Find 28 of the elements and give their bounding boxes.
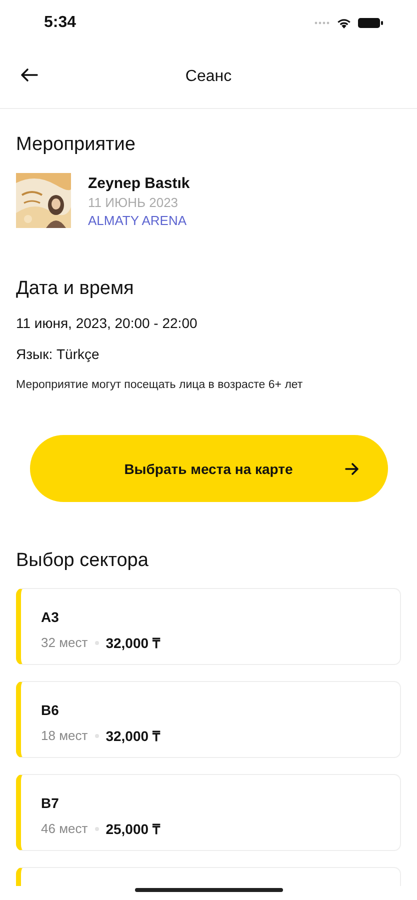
sector-card[interactable]: A3 32 мест 32,000 ₸ (16, 588, 401, 665)
seat-count: 18 мест (41, 728, 88, 743)
sector-name: A3 (41, 609, 60, 625)
choose-seats-button[interactable]: Выбрать места на карте (30, 435, 388, 502)
signal-icon (314, 21, 330, 25)
date-time-text: 11 июня, 2023, 20:00 - 22:00 (16, 315, 198, 331)
seat-count: 32 мест (41, 635, 88, 650)
section-heading: Выбор сектора (16, 550, 150, 572)
status-time: 5:34 (44, 14, 76, 32)
seat-count: 46 мест (41, 821, 88, 836)
battery-icon (358, 17, 383, 29)
arrow-right-icon[interactable] (344, 463, 358, 475)
screen-title: Сеанс (185, 68, 232, 86)
sector-price: 32,000 ₸ (106, 727, 160, 745)
sector-price: 32,000 ₸ (106, 634, 160, 652)
event-date: 11 ИЮНЬ 2023 (88, 195, 180, 210)
sector-name: B7 (41, 795, 60, 811)
section-heading: Дата и время (16, 278, 135, 300)
wifi-icon (336, 17, 352, 29)
sector-card[interactable]: B6 18 мест 32,000 ₸ (16, 681, 401, 758)
event-name: Zeynep Bastık (88, 175, 190, 192)
sector-name: B6 (41, 702, 60, 718)
sector-card[interactable]: B7 46 мест 25,000 ₸ (16, 774, 401, 851)
language-text: Язык: Türkçe (16, 346, 100, 362)
sector-price: 25,000 ₸ (106, 820, 160, 838)
venue-link[interactable]: ALMATY ARENA (88, 213, 190, 228)
age-restriction-text: Мероприятие могут посещать лица в возрасте 6+ лет (16, 379, 304, 391)
section-heading: Мероприятие (16, 134, 136, 156)
